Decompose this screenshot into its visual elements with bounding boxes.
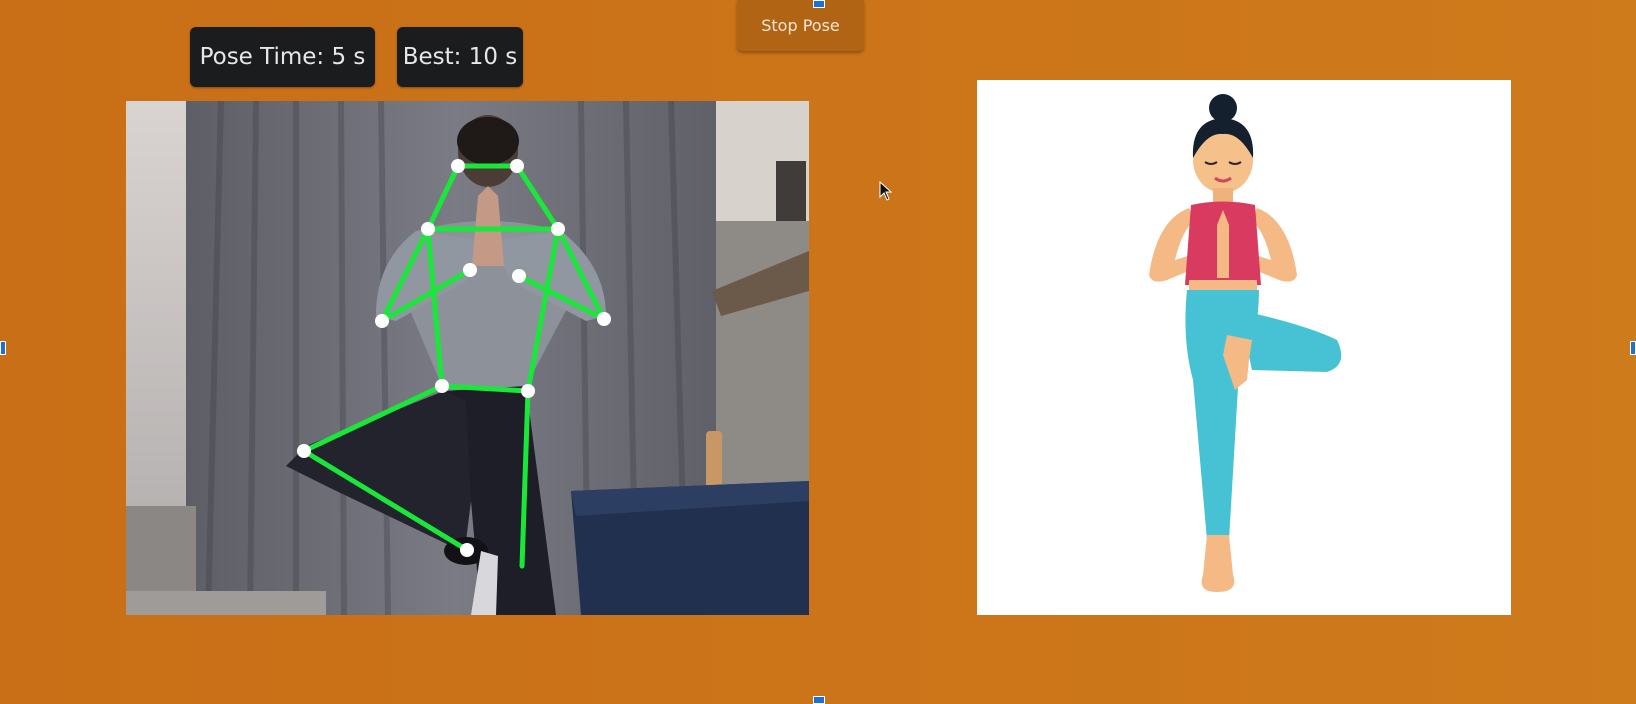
- tree-pose-illustration: [1149, 94, 1342, 592]
- pose-time-display: Pose Time: 5 s: [190, 27, 375, 87]
- selection-handle[interactable]: [0, 341, 6, 355]
- selection-handle[interactable]: [1630, 341, 1636, 355]
- selection-handle[interactable]: [813, 0, 825, 8]
- reference-pose-panel: [977, 80, 1511, 615]
- selection-handle[interactable]: [813, 696, 825, 704]
- best-time-display: Best: 10 s: [397, 27, 523, 87]
- webcam-feed: [126, 101, 809, 615]
- webcam-scene: [126, 101, 809, 615]
- stop-pose-button[interactable]: Stop Pose: [737, 0, 864, 51]
- mouse-cursor-icon: [879, 180, 893, 206]
